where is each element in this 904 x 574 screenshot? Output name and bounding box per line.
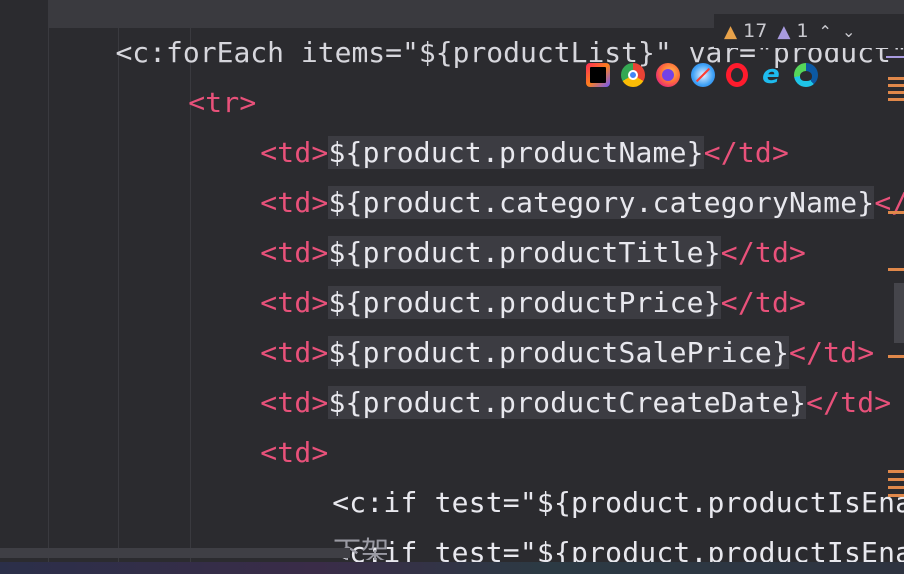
error-stripe-mark[interactable] (888, 486, 904, 489)
code-line-c-if-2[interactable]: <c:if test="${product.productIsEnab (264, 478, 904, 569)
code-line-td-open[interactable]: <td> (192, 378, 328, 469)
error-stripe-mark[interactable] (888, 355, 904, 358)
code-line-c-if-1[interactable]: <c:if test="${product.productIsEnabl (264, 428, 904, 519)
error-stripe-mark[interactable] (888, 211, 904, 214)
error-stripe-mark[interactable] (888, 494, 904, 497)
jetbrains-icon[interactable] (586, 63, 610, 87)
chrome-icon[interactable] (621, 63, 645, 87)
warning-indicator[interactable]: ▲ 17 (724, 20, 767, 42)
td-close-tag: </td> (806, 386, 892, 419)
code-line-product-create-date[interactable]: <td>${product.productCreateDate}</td> (192, 328, 891, 419)
code-line-product-title[interactable]: <td>${product.productTitle}</td> (192, 178, 806, 269)
el-expression: ${product.productCreateDate} (328, 386, 807, 419)
code-line-product-price[interactable]: <td>${product.productPrice}</td> (192, 228, 806, 319)
td-close-tag: </td (874, 186, 904, 219)
code-line-product-sale-price[interactable]: <td>${product.productSalePrice}</td> (192, 278, 874, 369)
code-line-tr[interactable]: <tr> (120, 28, 256, 119)
status-bar (0, 562, 904, 574)
safari-icon[interactable] (691, 63, 715, 87)
error-stripe-mark[interactable] (888, 77, 904, 80)
error-stripe-mark[interactable] (888, 268, 904, 271)
weak-warning-icon: ▲ (777, 22, 791, 42)
ie-icon[interactable]: e (759, 62, 783, 88)
firefox-icon[interactable] (656, 63, 680, 87)
horizontal-scrollbar-thumb[interactable] (0, 548, 350, 558)
vertical-scrollbar-thumb[interactable] (894, 283, 904, 343)
inspection-widget[interactable]: ▲ 17 ▲ 1 ⌃ ⌄ (714, 14, 904, 48)
weak-warning-indicator[interactable]: ▲ 1 (777, 20, 808, 42)
error-stripe-mark[interactable] (888, 91, 904, 94)
warning-count: 17 (743, 20, 768, 42)
code-editor[interactable]: <c:forEach items="${productList}" var="p… (0, 0, 904, 574)
indent-guide (118, 0, 119, 574)
next-highlight-icon[interactable]: ⌄ (842, 22, 855, 41)
code-line-category-name[interactable]: <td>${product.category.categoryName}</td (192, 128, 904, 219)
error-stripe-mark[interactable] (888, 470, 904, 473)
browser-preview-bar: e (586, 62, 818, 88)
warning-icon: ▲ (724, 22, 738, 42)
error-stripe-mark[interactable] (886, 56, 904, 58)
error-stripe-mark[interactable] (888, 84, 904, 87)
previous-highlight-icon[interactable]: ⌃ (819, 22, 832, 41)
error-stripe-mark[interactable] (888, 478, 904, 481)
opera-icon[interactable] (726, 63, 748, 87)
weak-warning-count: 1 (796, 20, 809, 42)
edge-icon[interactable] (794, 63, 818, 87)
error-stripe-mark[interactable] (888, 98, 904, 101)
